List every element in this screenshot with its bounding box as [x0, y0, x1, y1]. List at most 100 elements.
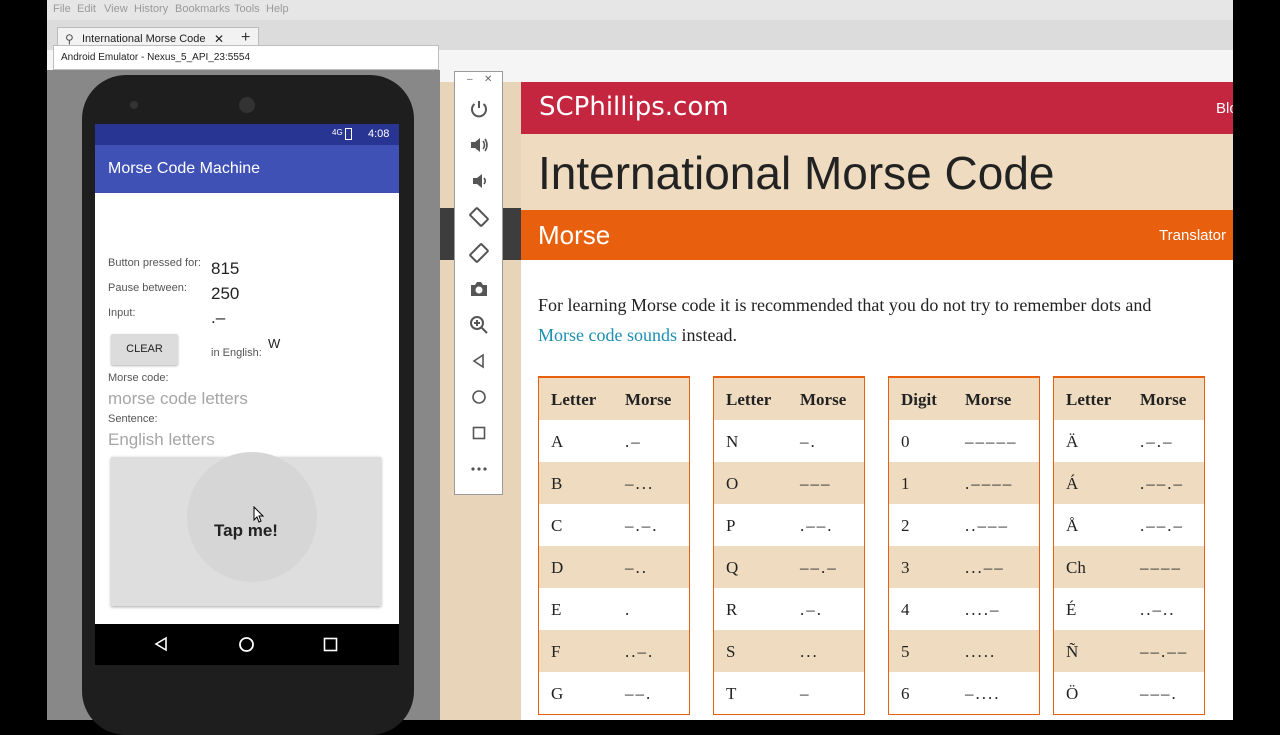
pause-value: 250: [211, 284, 240, 303]
code-cell: .: [625, 600, 632, 619]
pressed-value: 815: [211, 259, 240, 278]
char-cell: Ch: [1066, 558, 1086, 577]
menu-bar: File Edit View History Bookmarks Tools H…: [47, 0, 1233, 20]
nav-translator-link[interactable]: Translator: [1159, 227, 1226, 244]
minimize-icon[interactable]: –: [467, 74, 473, 85]
table-row: A .–: [539, 420, 689, 462]
english-value: W: [268, 336, 281, 351]
app-title: Morse Code Machine: [108, 160, 261, 177]
char-cell: Á: [1066, 474, 1079, 493]
table-row: 2 ..–––: [889, 504, 1039, 546]
morse-input[interactable]: morse code letters: [108, 389, 248, 409]
tab-close-icon[interactable]: ✕: [214, 32, 224, 46]
tab-title: International Morse Code: [82, 33, 206, 45]
table-row: E.: [539, 588, 689, 630]
code-cell: –––––: [965, 432, 1018, 451]
menu-file[interactable]: File: [53, 3, 71, 15]
rotate-right-icon[interactable]: [467, 241, 491, 265]
rotate-left-icon[interactable]: [467, 205, 491, 229]
site-brand[interactable]: SCPhillips.com: [539, 92, 729, 122]
intro-paragraph: For learning Morse code it is recommende…: [538, 290, 1233, 350]
site-header: SCPhillips.com Blo: [521, 82, 1233, 134]
clear-button[interactable]: CLEAR: [111, 334, 178, 365]
back-nav-icon[interactable]: [153, 636, 169, 652]
recents-nav-icon[interactable]: [323, 637, 338, 652]
morse-sounds-link[interactable]: Morse code sounds: [538, 325, 677, 345]
char-cell: 4: [901, 600, 910, 619]
section-bar: Morse Translator: [521, 210, 1233, 260]
power-icon[interactable]: [467, 97, 491, 121]
camera-icon[interactable]: [467, 277, 491, 301]
menu-bookmarks[interactable]: Bookmarks: [175, 3, 230, 15]
char-cell: É: [1066, 600, 1077, 619]
char-cell: 3: [901, 558, 910, 577]
table-row: Å .––.–: [1054, 504, 1204, 546]
home-icon[interactable]: [467, 385, 491, 409]
volume-up-icon[interactable]: [467, 133, 491, 157]
header-col1: Letter: [726, 390, 772, 409]
section-title: Morse: [538, 220, 611, 250]
more-icon[interactable]: [467, 457, 491, 481]
menu-tools[interactable]: Tools: [234, 3, 260, 15]
sentence-label: Sentence:: [108, 413, 158, 425]
zoom-icon[interactable]: [467, 313, 491, 337]
header-col2: Morse: [1140, 390, 1187, 409]
sentence-input[interactable]: English letters: [108, 430, 215, 450]
table-row: C –.–.: [539, 504, 689, 546]
code-cell: .–.: [800, 600, 823, 619]
char-cell: G: [551, 684, 564, 703]
code-cell: –.–.: [625, 516, 659, 535]
pressed-label: Button pressed for:: [108, 257, 201, 269]
code-cell: ..–..: [1140, 600, 1176, 619]
code-cell: .....: [965, 642, 997, 661]
android-nav-bar: [95, 624, 399, 665]
code-cell: –––.: [1140, 684, 1178, 703]
table-row: 6 –....: [889, 672, 1039, 714]
morse-table: Letter Morse A .– B –... C –.–. D –.. E. F ..–…: [538, 376, 690, 715]
morse-label: Morse code:: [108, 372, 169, 384]
home-nav-icon[interactable]: [238, 636, 255, 653]
code-cell: ––––: [1140, 558, 1182, 577]
code-cell: –...: [625, 474, 655, 493]
ripple-effect: [187, 452, 317, 582]
code-cell: .––.–: [1140, 516, 1184, 535]
code-cell: ...––: [965, 558, 1005, 577]
intro-text: For learning Morse code it is recommende…: [538, 295, 1152, 315]
code-cell: .––.–: [1140, 474, 1184, 493]
table-row: P .––.: [714, 504, 864, 546]
table-row: N –.: [714, 420, 864, 462]
char-cell: Q: [726, 558, 739, 577]
code-cell: –––: [800, 474, 832, 493]
char-cell: O: [726, 474, 739, 493]
table-row: Ä .–.–: [1054, 420, 1204, 462]
table-row: 0 –––––: [889, 420, 1039, 462]
back-icon[interactable]: [467, 349, 491, 373]
menu-edit[interactable]: Edit: [77, 3, 96, 15]
emulator-title-bar[interactable]: Android Emulator - Nexus_5_API_23:5554: [53, 45, 439, 70]
emulator-title: Android Emulator - Nexus_5_API_23:5554: [61, 52, 251, 63]
table-row: F ..–.: [539, 630, 689, 672]
code-cell: ...: [800, 642, 819, 661]
char-cell: N: [726, 432, 739, 451]
english-label: in English:: [211, 347, 262, 359]
table-row: 5.....: [889, 630, 1039, 672]
code-cell: .–: [625, 432, 642, 451]
menu-history[interactable]: History: [134, 3, 168, 15]
tap-button[interactable]: Tap me!: [111, 452, 381, 606]
menu-view[interactable]: View: [104, 3, 128, 15]
battery-icon: [345, 128, 352, 140]
char-cell: F: [551, 642, 561, 661]
nav-blog-link[interactable]: Blo: [1216, 100, 1233, 117]
menu-help[interactable]: Help: [266, 3, 289, 15]
code-cell: ..–.: [625, 642, 655, 661]
phone-speaker: [239, 97, 255, 113]
app-bar: Morse Code Machine: [95, 145, 399, 193]
volume-down-icon[interactable]: [467, 169, 491, 193]
close-icon[interactable]: ✕: [484, 74, 492, 85]
overview-icon[interactable]: [467, 421, 491, 445]
code-cell: ––.: [625, 684, 653, 703]
tab-favicon-icon: ⚲: [65, 32, 74, 46]
char-cell: Ä: [1066, 432, 1079, 451]
status-time: 4:08: [368, 128, 390, 140]
char-cell: 1: [901, 474, 910, 493]
